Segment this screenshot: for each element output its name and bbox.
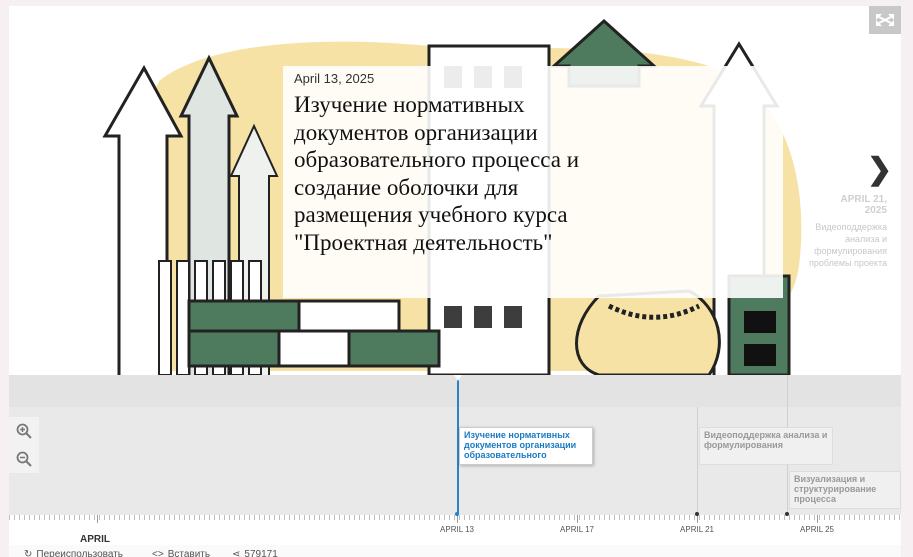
slide-text-card: April 13, 2025 Изучение нормативных доку… xyxy=(283,66,783,298)
next-slide-date[interactable]: APRIL 21, 2025 xyxy=(817,194,888,216)
timeline-event[interactable]: Визуализация и структурирование процесса xyxy=(789,471,901,509)
next-slide-description[interactable]: Видеоподдержка анализа и формулирования … xyxy=(801,221,887,269)
zoom-out-icon xyxy=(16,451,32,467)
major-tick xyxy=(817,515,818,523)
major-tick xyxy=(457,515,458,523)
tick-label: APRIL 17 xyxy=(560,525,594,534)
timeline-event[interactable]: Видеоподдержка анализа и формулирования xyxy=(699,427,833,465)
slide-date: April 13, 2025 xyxy=(294,71,375,86)
zoom-out-button[interactable] xyxy=(9,445,39,473)
time-axis: APRIL 13 APRIL 17 APRIL 21 APRIL 25 APRI… xyxy=(9,512,901,545)
timeline-nav: Изучение нормативных документов организа… xyxy=(9,375,901,515)
reuse-label: Переиспользовать xyxy=(36,549,124,557)
current-marker-notch xyxy=(454,375,462,381)
reuse-icon: ↻ xyxy=(24,549,33,557)
slide-title: Изучение нормативных документов организа… xyxy=(294,92,580,255)
month-label: APRIL xyxy=(80,534,110,545)
footer-bar: ↻ Переиспользовать <> Вставить ⋖ 579171 xyxy=(9,545,901,557)
views-count: 579171 xyxy=(244,549,278,557)
fullscreen-button[interactable] xyxy=(869,6,901,34)
embed-button[interactable]: <> Вставить xyxy=(152,549,210,557)
minor-ticks xyxy=(9,515,901,520)
embed-icon: <> xyxy=(152,549,164,557)
major-tick xyxy=(697,515,698,523)
reuse-button[interactable]: ↻ Переиспользовать xyxy=(24,549,123,557)
major-tick xyxy=(577,515,578,523)
event-dot xyxy=(455,512,459,516)
share-icon: ⋖ xyxy=(232,549,241,557)
tick-label: APRIL 25 xyxy=(800,525,834,534)
tick-label: APRIL 13 xyxy=(440,525,474,534)
tick-label: APRIL 21 xyxy=(680,525,714,534)
slide-media: April 13, 2025 Изучение нормативных доку… xyxy=(9,6,901,375)
event-dot xyxy=(695,512,699,516)
fullscreen-icon xyxy=(876,14,894,26)
embed-label: Вставить xyxy=(167,549,211,557)
timeline-event[interactable]: Изучение нормативных документов организа… xyxy=(459,427,593,465)
share-button[interactable]: ⋖ 579171 xyxy=(232,549,278,557)
major-tick xyxy=(97,515,98,523)
timeline-embed: April 13, 2025 Изучение нормативных доку… xyxy=(9,6,901,557)
next-arrow-icon[interactable]: ❯ xyxy=(867,152,892,187)
zoom-in-icon xyxy=(16,423,32,439)
event-line xyxy=(697,407,698,515)
zoom-in-button[interactable] xyxy=(9,417,39,445)
event-dot xyxy=(785,512,789,516)
